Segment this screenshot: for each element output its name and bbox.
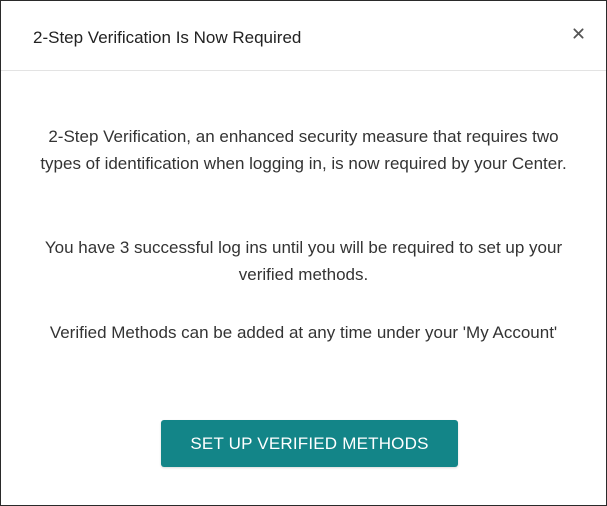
set-up-verified-methods-button[interactable]: SET UP VERIFIED METHODS	[161, 420, 458, 467]
security-explanation-text: 2-Step Verification, an enhanced securit…	[40, 127, 567, 173]
modal-header: 2-Step Verification Is Now Required	[1, 1, 606, 71]
remaining-logins-text: You have 3 successful log ins until you …	[44, 238, 563, 284]
close-button[interactable]	[568, 23, 588, 43]
close-icon	[572, 27, 584, 39]
modal-title: 2-Step Verification Is Now Required	[33, 28, 302, 47]
my-account-hint-text: Verified Methods can be added at any tim…	[49, 323, 558, 342]
verification-required-modal: 2-Step Verification Is Now Required 2-St…	[0, 0, 607, 506]
